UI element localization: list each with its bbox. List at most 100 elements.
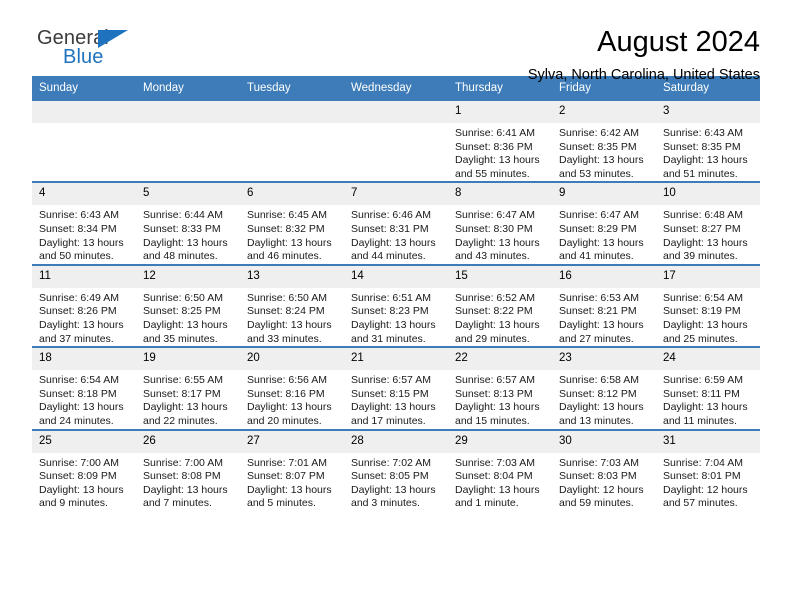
calendar-cell-day[interactable]: 30 Sunrise: 7:03 AM Sunset: 8:03 PM Dayligh… xyxy=(552,428,656,511)
sunrise-time: Sunrise: 6:42 AM xyxy=(559,127,639,139)
calendar-cell-day[interactable]: 15 Sunrise: 6:52 AM Sunset: 8:22 PM Dayligh… xyxy=(448,263,552,348)
day-details: Sunrise: 6:43 AM Sunset: 8:34 PM Daylight:… xyxy=(32,205,136,263)
daylight-duration-line2: and 5 minutes. xyxy=(247,497,316,510)
daylight-duration-line1: Daylight: 13 hours xyxy=(247,401,332,414)
sunrise-time: Sunrise: 6:44 AM xyxy=(143,209,223,222)
daylight-duration-line2: and 24 minutes. xyxy=(39,414,114,427)
calendar-cell-day[interactable]: 14 Sunrise: 6:51 AM Sunset: 8:23 PM Dayligh… xyxy=(344,263,448,348)
day-details: Sunrise: 6:47 AM Sunset: 8:30 PM Daylight:… xyxy=(448,205,552,263)
sunset-time: Sunset: 8:29 PM xyxy=(559,222,637,235)
day-cell xyxy=(344,101,448,181)
calendar-cell-day[interactable]: 21 Sunrise: 6:57 AM Sunset: 8:15 PM Dayligh… xyxy=(344,346,448,430)
calendar-cell-day[interactable]: 12 Sunrise: 6:50 AM Sunset: 8:25 PM Dayligh… xyxy=(136,263,240,348)
daylight-duration-line2: and 55 minutes. xyxy=(455,167,530,180)
daylight-duration-line2: and 13 minutes. xyxy=(559,414,634,427)
daylight-duration-line1: Daylight: 12 hours xyxy=(663,483,748,496)
sunrise-time: Sunrise: 6:46 AM xyxy=(351,209,431,222)
day-cell: 14 Sunrise: 6:51 AM Sunset: 8:23 PM Dayligh… xyxy=(344,265,448,346)
sunrise-time: Sunrise: 6:52 AM xyxy=(455,291,535,304)
sunrise-time: Sunrise: 7:03 AM xyxy=(559,456,639,469)
day-cell: 11 Sunrise: 6:49 AM Sunset: 8:26 PM Dayligh… xyxy=(32,265,136,346)
sunrise-time: Sunrise: 6:57 AM xyxy=(351,374,431,387)
daylight-duration-line1: Daylight: 13 hours xyxy=(455,483,540,496)
day-cell: 18 Sunrise: 6:54 AM Sunset: 8:18 PM Dayligh… xyxy=(32,348,136,428)
calendar-cell-day[interactable]: 29 Sunrise: 7:03 AM Sunset: 8:04 PM Dayligh… xyxy=(448,428,552,511)
daylight-duration-line2: and 43 minutes. xyxy=(455,250,530,263)
day-number: 26 xyxy=(136,430,240,453)
day-cell xyxy=(136,101,240,181)
calendar-cell-day[interactable]: 26 Sunrise: 7:00 AM Sunset: 8:08 PM Dayligh… xyxy=(136,428,240,511)
calendar-cell-day[interactable]: 7 Sunrise: 6:46 AM Sunset: 8:31 PM Daylight… xyxy=(344,181,448,265)
calendar-cell-day[interactable]: 28 Sunrise: 7:02 AM Sunset: 8:05 PM Dayligh… xyxy=(344,428,448,511)
day-number xyxy=(136,101,240,123)
daylight-duration-line2: and 46 minutes. xyxy=(247,250,322,263)
sunrise-time: Sunrise: 6:49 AM xyxy=(39,291,119,304)
sunset-time: Sunset: 8:36 PM xyxy=(455,140,533,153)
calendar-cell-day[interactable]: 13 Sunrise: 6:50 AM Sunset: 8:24 PM Dayligh… xyxy=(240,263,344,348)
day-details: Sunrise: 6:44 AM Sunset: 8:33 PM Daylight:… xyxy=(136,205,240,263)
sunset-time: Sunset: 8:04 PM xyxy=(455,470,533,483)
day-details: Sunrise: 6:53 AM Sunset: 8:21 PM Daylight:… xyxy=(552,288,656,346)
sunset-time: Sunset: 8:33 PM xyxy=(143,222,221,235)
calendar-cell-day[interactable]: 9 Sunrise: 6:47 AM Sunset: 8:29 PM Daylight… xyxy=(552,181,656,265)
weekday-header-sunday: Sunday xyxy=(32,76,136,101)
day-cell: 13 Sunrise: 6:50 AM Sunset: 8:24 PM Dayligh… xyxy=(240,265,344,346)
calendar-cell-day[interactable]: 2 Sunrise: 6:42 AM Sunset: 8:35 PM Daylight… xyxy=(552,101,656,183)
day-number: 5 xyxy=(136,183,240,206)
calendar-cell-day[interactable]: 1 Sunrise: 6:41 AM Sunset: 8:36 PM Daylight… xyxy=(448,101,552,183)
sunrise-time: Sunrise: 6:45 AM xyxy=(247,209,327,222)
calendar-cell-day[interactable]: 3 Sunrise: 6:43 AM Sunset: 8:35 PM Daylight… xyxy=(656,101,760,183)
calendar-cell-day[interactable]: 5 Sunrise: 6:44 AM Sunset: 8:33 PM Daylight… xyxy=(136,181,240,265)
day-number xyxy=(240,101,344,123)
sunset-time: Sunset: 8:35 PM xyxy=(663,140,741,153)
calendar-cell-day[interactable]: 25 Sunrise: 7:00 AM Sunset: 8:09 PM Dayligh… xyxy=(32,428,136,511)
calendar-cell-day[interactable]: 31 Sunrise: 7:04 AM Sunset: 8:01 PM Dayligh… xyxy=(656,428,760,511)
calendar-cell-day[interactable]: 23 Sunrise: 6:58 AM Sunset: 8:12 PM Dayligh… xyxy=(552,346,656,430)
calendar-body: 1 Sunrise: 6:41 AM Sunset: 8:36 PM Daylight… xyxy=(32,101,760,511)
sunrise-time: Sunrise: 6:53 AM xyxy=(559,291,639,304)
sunrise-time: Sunrise: 6:59 AM xyxy=(663,374,743,387)
daylight-duration-line2: and 33 minutes. xyxy=(247,332,322,345)
general-blue-logo[interactable]: General Blue xyxy=(32,26,152,74)
sunrise-time: Sunrise: 7:02 AM xyxy=(351,456,431,469)
calendar-cell-day[interactable]: 8 Sunrise: 6:47 AM Sunset: 8:30 PM Daylight… xyxy=(448,181,552,265)
day-number: 28 xyxy=(344,430,448,453)
calendar-cell-day[interactable]: 19 Sunrise: 6:55 AM Sunset: 8:17 PM Dayligh… xyxy=(136,346,240,430)
sunrise-time: Sunrise: 6:50 AM xyxy=(143,291,223,304)
sunset-time: Sunset: 8:31 PM xyxy=(351,222,429,235)
sunrise-time: Sunrise: 6:48 AM xyxy=(663,209,743,222)
day-cell: 28 Sunrise: 7:02 AM Sunset: 8:05 PM Dayligh… xyxy=(344,430,448,511)
daylight-duration-line1: Daylight: 13 hours xyxy=(455,154,540,167)
day-details: Sunrise: 6:51 AM Sunset: 8:23 PM Daylight:… xyxy=(344,288,448,346)
day-number: 21 xyxy=(344,348,448,371)
calendar-cell-day[interactable]: 6 Sunrise: 6:45 AM Sunset: 8:32 PM Daylight… xyxy=(240,181,344,265)
sunset-time: Sunset: 8:26 PM xyxy=(39,305,117,318)
calendar-cell-day[interactable]: 20 Sunrise: 6:56 AM Sunset: 8:16 PM Dayligh… xyxy=(240,346,344,430)
day-cell: 22 Sunrise: 6:57 AM Sunset: 8:13 PM Dayligh… xyxy=(448,348,552,428)
daylight-duration-line2: and 39 minutes. xyxy=(663,250,738,263)
calendar-cell-day[interactable]: 11 Sunrise: 6:49 AM Sunset: 8:26 PM Dayligh… xyxy=(32,263,136,348)
day-cell: 1 Sunrise: 6:41 AM Sunset: 8:36 PM Daylight… xyxy=(448,101,552,181)
sunset-time: Sunset: 8:25 PM xyxy=(143,305,221,318)
calendar-cell-day[interactable]: 17 Sunrise: 6:54 AM Sunset: 8:19 PM Dayligh… xyxy=(656,263,760,348)
sunset-time: Sunset: 8:24 PM xyxy=(247,305,325,318)
sunrise-time: Sunrise: 7:00 AM xyxy=(39,456,119,469)
day-cell: 31 Sunrise: 7:04 AM Sunset: 8:01 PM Dayligh… xyxy=(656,430,760,511)
sunrise-time: Sunrise: 6:58 AM xyxy=(559,374,639,387)
day-number: 29 xyxy=(448,430,552,453)
calendar-cell-day[interactable]: 24 Sunrise: 6:59 AM Sunset: 8:11 PM Dayligh… xyxy=(656,346,760,430)
day-details: Sunrise: 6:49 AM Sunset: 8:26 PM Daylight:… xyxy=(32,288,136,346)
calendar-cell-day[interactable]: 27 Sunrise: 7:01 AM Sunset: 8:07 PM Dayligh… xyxy=(240,428,344,511)
daylight-duration-line1: Daylight: 13 hours xyxy=(559,401,644,414)
sunset-time: Sunset: 8:08 PM xyxy=(143,470,221,483)
calendar-cell-day[interactable]: 4 Sunrise: 6:43 AM Sunset: 8:34 PM Daylight… xyxy=(32,181,136,265)
calendar-cell-day[interactable]: 16 Sunrise: 6:53 AM Sunset: 8:21 PM Dayligh… xyxy=(552,263,656,348)
calendar-cell-day[interactable]: 10 Sunrise: 6:48 AM Sunset: 8:27 PM Dayligh… xyxy=(656,181,760,265)
calendar-cell-day[interactable]: 22 Sunrise: 6:57 AM Sunset: 8:13 PM Dayligh… xyxy=(448,346,552,430)
day-number: 1 xyxy=(448,101,552,123)
daylight-duration-line1: Daylight: 13 hours xyxy=(351,401,436,414)
day-cell: 4 Sunrise: 6:43 AM Sunset: 8:34 PM Daylight… xyxy=(32,183,136,263)
day-cell: 30 Sunrise: 7:03 AM Sunset: 8:03 PM Dayligh… xyxy=(552,430,656,511)
calendar-cell-day[interactable]: 18 Sunrise: 6:54 AM Sunset: 8:18 PM Dayligh… xyxy=(32,346,136,430)
calendar-week-row: 1 Sunrise: 6:41 AM Sunset: 8:36 PM Daylight… xyxy=(32,101,760,183)
